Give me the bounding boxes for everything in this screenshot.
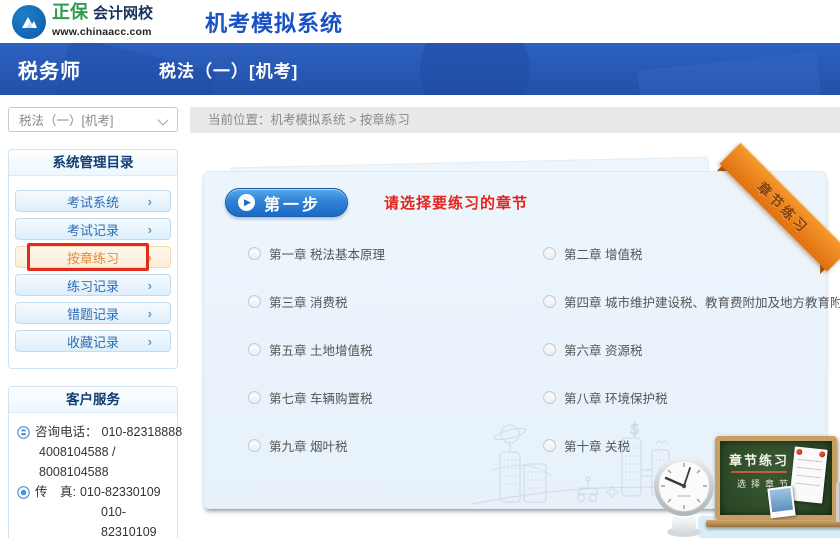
system-title: 机考模拟系统: [205, 6, 343, 38]
play-icon: [238, 194, 255, 211]
exam-simulation-page: 正保 会计网校 www.chinaacc.com 机考模拟系统 税务师 税法（一…: [0, 0, 840, 538]
sidebar-item-practice-records[interactable]: 练习记录: [15, 274, 171, 296]
chapter-option-5[interactable]: 第五章 土地增值税: [248, 340, 543, 359]
step-one-label: 第一步: [264, 191, 321, 215]
chapter-option-1[interactable]: 第一章 税法基本原理: [248, 244, 543, 263]
radio-icon[interactable]: [543, 391, 556, 404]
radio-icon[interactable]: [543, 295, 556, 308]
radio-icon[interactable]: [248, 295, 261, 308]
logo-icon: [12, 5, 46, 39]
brand-name-secondary: 会计网校: [93, 5, 153, 22]
chevron-right-icon: [148, 334, 152, 349]
sidebar-item-exam-system[interactable]: 考试系统: [15, 190, 171, 212]
chalkboard: 章节练习 选择章节: [715, 436, 837, 520]
chapter-option-2[interactable]: 第二章 增值税: [543, 244, 840, 263]
radio-icon[interactable]: [543, 247, 556, 260]
site-url: www.chinaacc.com: [52, 26, 152, 38]
chapter-label: 第二章 增值税: [564, 244, 642, 263]
radio-icon[interactable]: [248, 247, 261, 260]
subject-select-value: 税法（一）[机考]: [19, 110, 159, 129]
menu-item-label: 按章练习: [67, 248, 119, 267]
sidebar-item-wrong-question-records[interactable]: 错题记录: [15, 302, 171, 324]
logo-text: 正保 会计网校 www.chinaacc.com: [52, 3, 153, 40]
exam-name: 税务师: [18, 55, 81, 84]
system-menu-panel: 系统管理目录 考试系统 考试记录 按章练习: [8, 149, 178, 369]
sidebar-item-chapter-practice[interactable]: 按章练习: [15, 246, 171, 268]
radio-icon[interactable]: [248, 391, 261, 404]
sidebar: 税法（一）[机考] 系统管理目录 考试系统 考试记录: [0, 95, 186, 538]
phone-icon: [17, 426, 30, 439]
chapter-label: 第六章 资源税: [564, 340, 642, 359]
chapter-label: 第十章 关税: [564, 436, 630, 455]
mountain-logo-glyph: [18, 11, 40, 33]
menu-item-label: 收藏记录: [67, 332, 119, 351]
top-header: 正保 会计网校 www.chinaacc.com 机考模拟系统: [0, 0, 840, 43]
chapter-label: 第一章 税法基本原理: [269, 244, 385, 263]
chevron-right-icon: [148, 194, 152, 209]
radio-icon[interactable]: [543, 343, 556, 356]
chalkboard-ledge: [706, 520, 840, 527]
fax-label: 传 真:: [35, 482, 76, 502]
subject-banner: 税务师 税法（一）[机考]: [0, 43, 840, 95]
chevron-right-icon: [148, 250, 152, 265]
chevron-right-icon: [148, 222, 152, 237]
menu-item-label: 考试系统: [67, 192, 119, 211]
radio-icon[interactable]: [248, 343, 261, 356]
chapter-label: 第三章 消费税: [269, 292, 347, 311]
chapter-practice-panel: 第一步 请选择要练习的章节 第一章 税法基本原理 第二章 增值税 第三章 消费税…: [203, 171, 827, 509]
banner-decoration: [420, 43, 530, 95]
radio-icon[interactable]: [543, 439, 556, 452]
pinned-note: [789, 446, 827, 503]
chapter-label: 第八章 环境保护税: [564, 388, 667, 407]
chapter-option-3[interactable]: 第三章 消费税: [248, 292, 543, 311]
breadcrumb: 当前位置：机考模拟系统 > 按章练习: [190, 107, 840, 133]
service-body: 咨询电话： 010-82318888 4008104588 / 80081045…: [9, 413, 177, 538]
chalkboard-title: 章节练习: [729, 450, 789, 469]
chapter-option-4[interactable]: 第四章 城市维护建设税、教育费附加及地方教育附加: [543, 292, 840, 311]
chapter-label: 第九章 烟叶税: [269, 436, 347, 455]
red-pin-icon: [796, 449, 803, 456]
menu-item-label: 错题记录: [67, 304, 119, 323]
chevron-right-icon: [148, 306, 152, 321]
customer-service-panel: 客户服务 咨询电话： 010-82318888 4008104588 / 800…: [8, 386, 178, 538]
chapter-label: 第四章 城市维护建设税、教育费附加及地方教育附加: [564, 292, 840, 311]
main-content: 当前位置：机考模拟系统 > 按章练习 第一步 请选择要练习的章节 第一章 税法基…: [186, 95, 840, 509]
menu-item-label: 练习记录: [67, 276, 119, 295]
instruction-text: 请选择要练习的章节: [384, 192, 528, 213]
subject-select-dropdown[interactable]: 税法（一）[机考]: [8, 107, 178, 132]
service-panel-title: 客户服务: [9, 387, 177, 413]
chevron-right-icon: [148, 278, 152, 293]
chapter-option-9[interactable]: 第九章 烟叶税: [248, 436, 543, 455]
subject-name: 税法（一）[机考]: [159, 57, 298, 82]
chevron-down-icon: [159, 115, 169, 125]
chapter-list: 第一章 税法基本原理 第二章 增值税 第三章 消费税 第四章 城市维护建设税、教…: [248, 244, 826, 455]
fax-icon: [17, 486, 30, 499]
chapter-option-8[interactable]: 第八章 环境保护税: [543, 388, 840, 407]
site-logo[interactable]: 正保 会计网校 www.chinaacc.com: [12, 3, 153, 40]
menu-list: 考试系统 考试记录 按章练习 练习记录: [9, 176, 177, 368]
chapter-option-7[interactable]: 第七章 车辆购置税: [248, 388, 543, 407]
sidebar-item-exam-records[interactable]: 考试记录: [15, 218, 171, 240]
chapter-label: 第七章 车辆购置税: [269, 388, 372, 407]
chapter-option-6[interactable]: 第六章 资源税: [543, 340, 840, 359]
fax-value-2: 010-82310109: [101, 502, 170, 538]
menu-item-label: 考试记录: [67, 220, 119, 239]
sidebar-item-favorites-records[interactable]: 收藏记录: [15, 330, 171, 352]
chapter-practice-artwork: 章节练习 选择章节: [642, 430, 840, 538]
radio-icon[interactable]: [248, 439, 261, 452]
fax-value: 010-82330109: [80, 482, 161, 502]
brand-name-primary: 正保: [52, 2, 88, 22]
alarm-clock: [648, 452, 720, 538]
phone-label: 咨询电话：: [35, 422, 98, 442]
step-one-button[interactable]: 第一步: [225, 188, 348, 217]
phone-value-2: 4008104588 / 8008104588: [39, 442, 170, 482]
phone-value: 010-82318888: [102, 422, 183, 442]
banner-decoration: [637, 52, 822, 95]
menu-panel-title: 系统管理目录: [9, 150, 177, 176]
chapter-label: 第五章 土地增值税: [269, 340, 372, 359]
gray-radiator-decoration: [836, 482, 840, 522]
pinned-photo: [767, 486, 795, 519]
red-pin-icon: [819, 451, 826, 458]
